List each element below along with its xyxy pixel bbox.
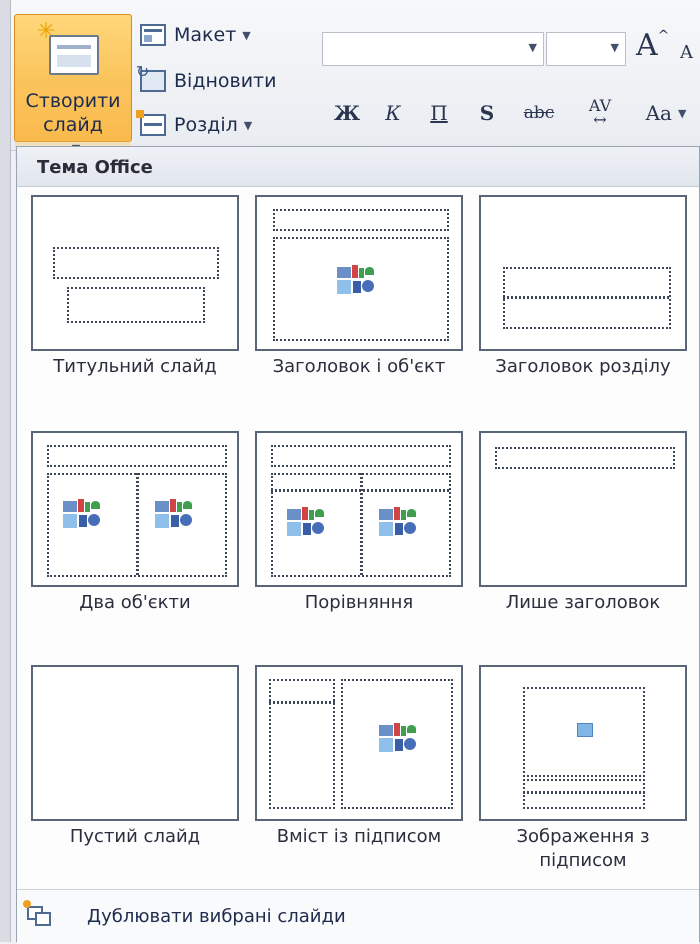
layout-icon [140, 24, 166, 46]
layout-thumbnail [255, 431, 463, 587]
double-arrow-icon: ↔ [593, 110, 607, 129]
layout-thumbnail [31, 665, 239, 821]
subtitle-placeholder [67, 287, 205, 323]
duplicate-slides-button[interactable]: Дублювати вибрані слайди [17, 889, 699, 944]
layout-label: Вміст із підписом [276, 826, 442, 847]
layout-label: Пустий слайд [69, 826, 201, 847]
font-size-input[interactable]: ▼ [546, 32, 626, 66]
shadow-button[interactable]: S [470, 96, 504, 130]
layout-button[interactable]: Макет ▼ [140, 20, 251, 50]
duplicate-slides-icon [23, 900, 53, 928]
content-objects-icon [155, 499, 192, 531]
layout-gallery: Тема Office Титульний слайд Заголовок і … [16, 146, 700, 944]
layout-thumbnail [479, 431, 687, 587]
content-objects-icon [379, 723, 416, 755]
layout-label: Зображення з підписом [516, 826, 650, 871]
title-placeholder [47, 445, 227, 467]
section-button[interactable]: Розділ ▼ [136, 110, 253, 140]
new-slide-button[interactable]: ✳ Створити слайд▼ [14, 14, 132, 161]
layout-label: Заголовок розділу [495, 356, 671, 377]
chevron-down-icon: ▼ [610, 41, 619, 54]
title-placeholder [495, 447, 675, 469]
content-objects-icon [287, 507, 324, 539]
layout-thumbnail [479, 665, 687, 821]
layout-thumbnail [31, 431, 239, 587]
layout-thumbnail [479, 195, 687, 351]
layout-label: Титульний слайд [53, 356, 217, 377]
grow-font-button[interactable]: A^ [636, 28, 669, 63]
underline-button[interactable]: П [422, 96, 456, 130]
strikethrough-button[interactable]: abc [514, 96, 564, 130]
section-label: Розділ [174, 114, 238, 136]
title-placeholder [271, 445, 451, 467]
change-case-button[interactable]: Aa ▼ [636, 96, 696, 130]
reset-label: Відновити [174, 70, 277, 92]
ribbon: ✳ Створити слайд▼ Макет ▼ Відновити Розд… [0, 0, 700, 161]
picture-icon [577, 723, 593, 737]
reset-button[interactable]: Відновити [136, 62, 277, 96]
chevron-down-icon: ▼ [528, 41, 537, 54]
content-objects-icon [337, 265, 374, 297]
layout-label: Порівняння [304, 592, 414, 613]
caption-placeholder [269, 679, 335, 809]
reset-icon [136, 62, 166, 92]
layout-thumbnail [255, 195, 463, 351]
content-objects-icon [379, 507, 416, 539]
italic-button[interactable]: К [376, 96, 410, 130]
layout-label: Заголовок і об'єкт [272, 356, 446, 377]
window-edge [0, 0, 11, 942]
bold-button[interactable]: Ж [330, 96, 364, 130]
layout-label: Два об'єкти [79, 592, 191, 613]
layout-label: Макет [174, 24, 237, 46]
gallery-header: Тема Office [17, 147, 699, 187]
new-slide-icon [49, 35, 99, 75]
layout-thumbnail [31, 195, 239, 351]
title-placeholder [53, 247, 219, 279]
chevron-down-icon: ▼ [677, 106, 687, 120]
chevron-down-icon: ▼ [243, 118, 253, 132]
shrink-font-button[interactable]: A [680, 42, 693, 63]
layout-label: Лише заголовок [505, 592, 661, 613]
character-spacing-button[interactable]: AV ↔ [572, 96, 628, 130]
caption-placeholder [523, 779, 645, 809]
font-family-input[interactable]: ▼ [322, 32, 544, 66]
layout-thumbnail [255, 665, 463, 821]
section-icon [136, 110, 166, 136]
duplicate-slides-label: Дублювати вибрані слайди [87, 906, 346, 927]
title-placeholder [273, 209, 449, 231]
chevron-down-icon: ▼ [242, 28, 251, 42]
content-objects-icon [63, 499, 100, 531]
